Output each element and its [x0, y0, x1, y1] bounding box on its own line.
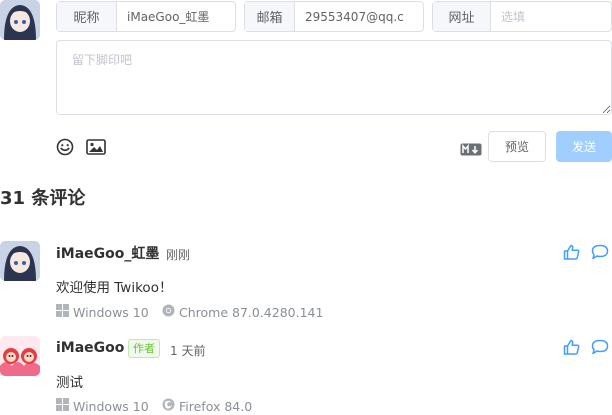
windows-icon	[56, 304, 69, 320]
author-badge: 作者	[128, 339, 160, 358]
nick-field: 昵称	[56, 1, 236, 32]
comment-nick[interactable]: iMaeGoo_虹墨	[56, 243, 159, 263]
comment-textarea[interactable]	[56, 40, 612, 115]
comment-browser: Chrome 87.0.4280.141	[162, 304, 323, 320]
comment-os-label: Windows 10	[73, 304, 149, 320]
preview-button[interactable]: 预览	[488, 131, 546, 162]
comment-os: Windows 10	[56, 304, 149, 320]
like-icon[interactable]	[563, 339, 580, 355]
comment-time: 刚刚	[166, 248, 191, 262]
comment-os-label: Windows 10	[73, 398, 149, 414]
nick-input[interactable]	[117, 2, 235, 31]
comment-avatar	[0, 336, 40, 376]
send-button[interactable]: 发送	[556, 131, 612, 162]
comments-count: 31 条评论	[0, 188, 86, 209]
mail-input[interactable]	[295, 2, 423, 31]
firefox-icon	[162, 398, 175, 414]
comment-browser-label: Firefox 84.0	[179, 398, 253, 414]
comment-browser-label: Chrome 87.0.4280.141	[179, 304, 324, 320]
windows-icon	[56, 398, 69, 414]
comment-os: Windows 10	[56, 398, 149, 414]
mail-label: 邮箱	[245, 2, 295, 31]
markdown-icon[interactable]	[460, 141, 482, 156]
mail-field: 邮箱	[244, 1, 424, 32]
comment-browser: Firefox 84.0	[162, 398, 252, 414]
reply-icon[interactable]	[591, 339, 609, 355]
user-avatar	[0, 0, 40, 40]
comment-content: 欢迎使用 Twikoo！	[56, 280, 173, 296]
link-field: 网址	[432, 1, 612, 32]
smiley-face-icon[interactable]	[56, 138, 74, 156]
nick-label: 昵称	[57, 2, 117, 31]
link-label: 网址	[433, 2, 491, 31]
reply-icon[interactable]	[591, 244, 609, 260]
comment-time: 1 天前	[170, 344, 206, 358]
comment-content: 测试	[56, 375, 83, 391]
like-icon[interactable]	[563, 244, 580, 260]
chrome-icon	[162, 304, 175, 320]
comment-nick[interactable]: iMaeGoo	[56, 340, 124, 356]
link-input[interactable]	[491, 2, 611, 31]
image-icon[interactable]	[86, 139, 106, 155]
comment-avatar	[0, 241, 40, 281]
